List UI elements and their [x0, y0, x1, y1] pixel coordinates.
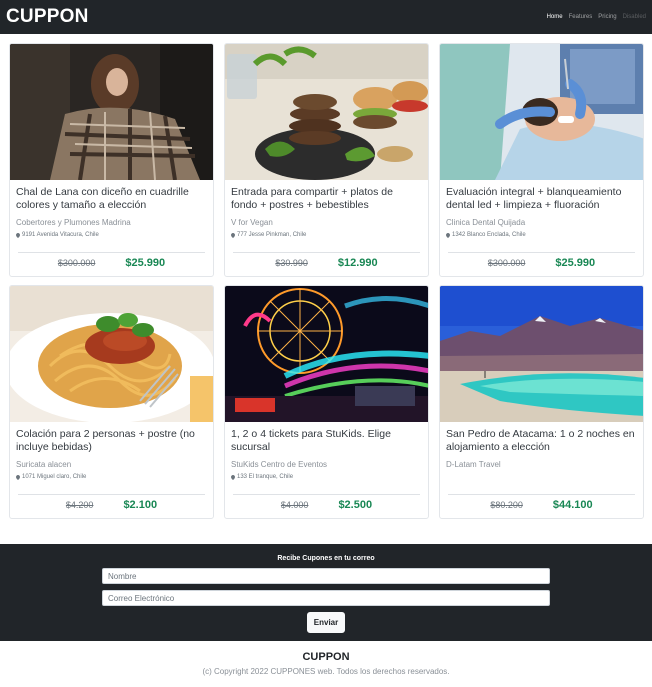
- card-title[interactable]: Colación para 2 personas + postre (no in…: [16, 428, 207, 454]
- new-price: $44.100: [552, 499, 593, 511]
- card-address-text: 777 Jesse Pinkman, Chile: [237, 232, 307, 238]
- card-address: 777 Jesse Pinkman, Chile: [231, 232, 422, 238]
- card-address: 133 El tranque, Chile: [231, 474, 422, 480]
- nav-link-pricing[interactable]: Pricing: [598, 14, 616, 20]
- submit-button[interactable]: Enviar: [307, 612, 345, 633]
- card-title[interactable]: Entrada para compartir + platos de fondo…: [231, 186, 422, 212]
- old-price: $4.200: [65, 500, 94, 510]
- new-price: $2.100: [123, 499, 158, 511]
- card-title[interactable]: San Pedro de Atacama: 1 o 2 noches en al…: [446, 428, 637, 454]
- page-footer: CUPPON (c) Copyright 2022 CUPPONES web. …: [0, 641, 652, 687]
- coupon-card[interactable]: San Pedro de Atacama: 1 o 2 noches en al…: [439, 285, 644, 519]
- map-pin-icon: [231, 474, 235, 480]
- coupon-grid: Chal de Lana con diceño en cuadrille col…: [0, 34, 652, 519]
- new-price: $12.990: [337, 257, 378, 269]
- atacama-lagoon-photo[interactable]: [440, 286, 643, 422]
- card-address: 1342 Blanco Enclada, Chile: [446, 232, 637, 238]
- newsletter-section: Recibe Cupones en tu correo Enviar: [0, 544, 652, 641]
- map-pin-icon: [16, 232, 20, 238]
- card-price-row: $80.200 $44.100: [448, 494, 635, 511]
- card-address: 9191 Avenida Vitacura, Chile: [16, 232, 207, 238]
- nav-link-disabled: Disabled: [622, 14, 646, 20]
- card-vendor: Clinica Dental Quijada: [446, 218, 526, 227]
- old-price: $80.200: [490, 500, 523, 510]
- woman-in-blanket-photo[interactable]: [10, 44, 213, 180]
- coupon-card[interactable]: Colación para 2 personas + postre (no in…: [9, 285, 214, 519]
- card-vendor: D-Latam Travel: [446, 460, 501, 469]
- coupon-card[interactable]: 1, 2 o 4 tickets para StuKids. Elige suc…: [224, 285, 429, 519]
- coupon-card[interactable]: Evaluación integral + blanqueamiento den…: [439, 43, 644, 277]
- card-price-row: $300.000 $25.990: [18, 252, 205, 269]
- brand-logo[interactable]: CUPPON: [6, 6, 89, 28]
- coupon-card[interactable]: Chal de Lana con diceño en cuadrille col…: [9, 43, 214, 277]
- card-price-row: $30.990 $12.990: [233, 252, 420, 269]
- card-title[interactable]: 1, 2 o 4 tickets para StuKids. Elige suc…: [231, 428, 422, 454]
- old-price: $4.000: [280, 500, 309, 510]
- card-price-row: $4.200 $2.100: [18, 494, 205, 511]
- card-vendor: V for Vegan: [231, 218, 273, 227]
- card-vendor: StuKids Centro de Eventos: [231, 460, 328, 469]
- newsletter-title: Recibe Cupones en tu correo: [277, 555, 375, 562]
- dentist-photo[interactable]: [440, 44, 643, 180]
- old-price: $300.000: [487, 258, 526, 268]
- vegan-burgers-photo[interactable]: [225, 44, 428, 180]
- copyright-text: (c) Copyright 2022 CUPPONES web. Todos l…: [202, 667, 450, 676]
- card-address-text: 1342 Blanco Enclada, Chile: [452, 232, 526, 238]
- map-pin-icon: [446, 232, 450, 238]
- coupon-card[interactable]: Entrada para compartir + platos de fondo…: [224, 43, 429, 277]
- new-price: $2.500: [338, 499, 373, 511]
- old-price: $30.990: [275, 258, 308, 268]
- name-field[interactable]: [102, 568, 550, 584]
- map-pin-icon: [231, 232, 235, 238]
- card-vendor: Suricata alacen: [16, 460, 72, 469]
- top-navbar: CUPPON Home Features Pricing Disabled: [0, 0, 652, 34]
- card-address-text: 1071 Miguel claro, Chile: [22, 474, 87, 480]
- card-address-text: 133 El tranque, Chile: [237, 474, 294, 480]
- card-title[interactable]: Evaluación integral + blanqueamiento den…: [446, 186, 637, 212]
- card-vendor: Cobertores y Plumones Madrina: [16, 218, 131, 227]
- card-address-text: 9191 Avenida Vitacura, Chile: [22, 232, 99, 238]
- new-price: $25.990: [125, 257, 166, 269]
- map-pin-icon: [16, 474, 20, 480]
- old-price: $300.000: [57, 258, 96, 268]
- card-price-row: $4.000 $2.500: [233, 494, 420, 511]
- nav-links: Home Features Pricing Disabled: [547, 14, 646, 20]
- new-price: $25.990: [555, 257, 596, 269]
- card-price-row: $300.000 $25.990: [448, 252, 635, 269]
- email-field[interactable]: [102, 590, 550, 606]
- nav-link-features[interactable]: Features: [569, 14, 593, 20]
- fairground-rides-photo[interactable]: [225, 286, 428, 422]
- spaghetti-photo[interactable]: [10, 286, 213, 422]
- card-address: 1071 Miguel claro, Chile: [16, 474, 207, 480]
- card-title[interactable]: Chal de Lana con diceño en cuadrille col…: [16, 186, 207, 212]
- nav-link-home[interactable]: Home: [547, 14, 563, 20]
- footer-brand: CUPPON: [302, 651, 350, 663]
